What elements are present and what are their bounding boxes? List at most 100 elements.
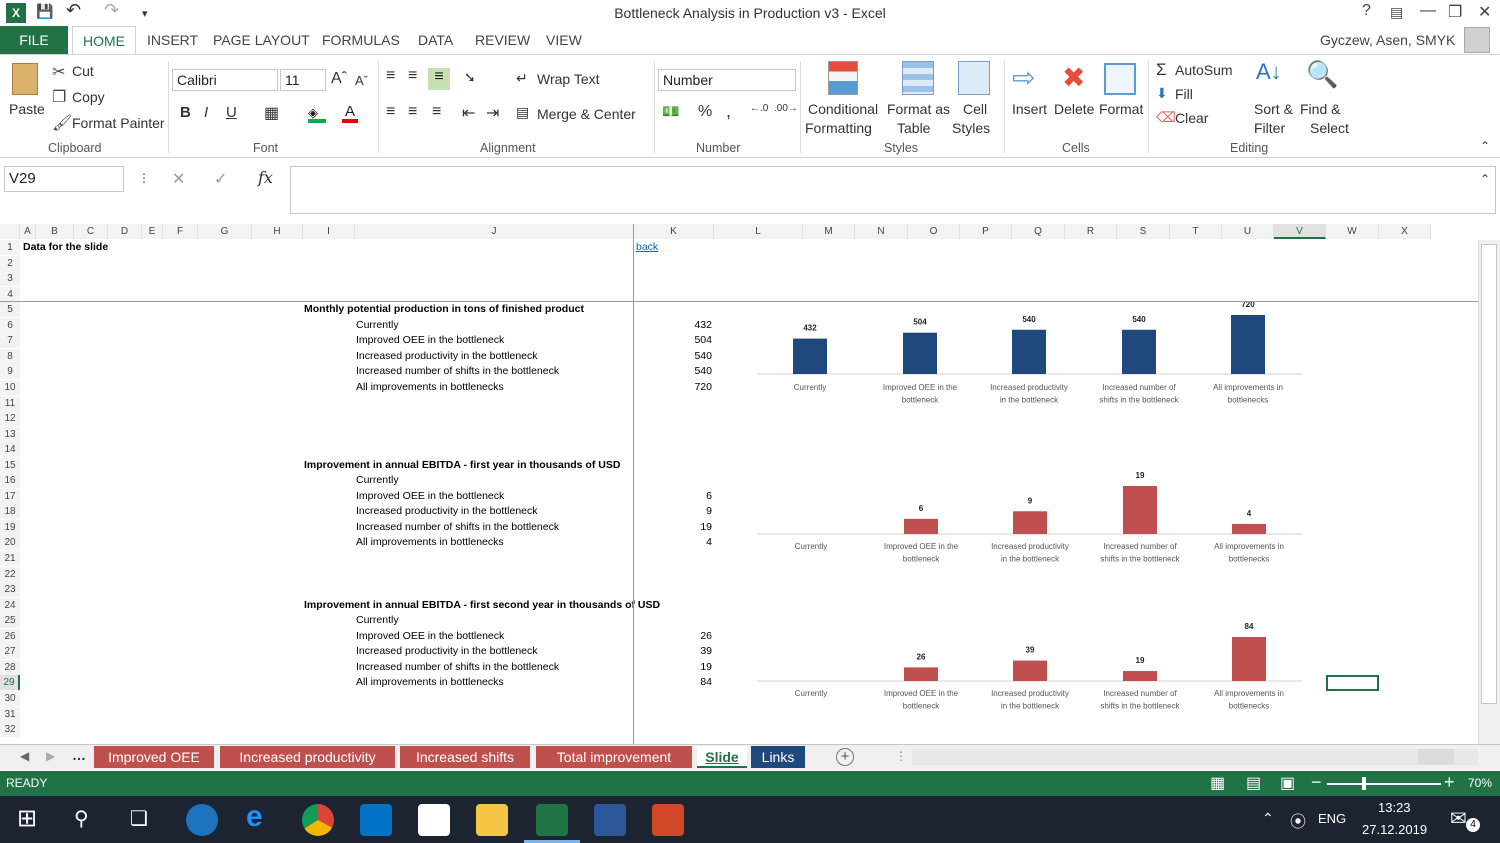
hscroll-thumb[interactable]: [1418, 749, 1454, 765]
cell-styles-button[interactable]: Cell: [963, 101, 987, 117]
sheet-tab[interactable]: Increased shifts: [400, 746, 530, 768]
tab-data[interactable]: DATA: [418, 32, 453, 48]
copy-icon[interactable]: ❐: [52, 87, 66, 107]
word-icon[interactable]: [594, 804, 626, 836]
tab-view[interactable]: VIEW: [546, 32, 582, 48]
wrap-text-icon[interactable]: ↵: [516, 70, 528, 87]
notification-count[interactable]: 4: [1466, 818, 1480, 832]
font-name-select[interactable]: Calibri: [172, 69, 278, 91]
cancel-entry-icon[interactable]: ✕: [172, 169, 185, 189]
borders-icon[interactable]: ▦: [264, 103, 279, 123]
clock-date[interactable]: 27.12.2019: [1362, 822, 1427, 837]
windows-start-icon[interactable]: ⊞: [17, 804, 37, 833]
sheet-tab[interactable]: Total improvement: [536, 746, 692, 768]
tab-page-layout[interactable]: PAGE LAYOUT: [213, 32, 310, 48]
minimize-icon[interactable]: —: [1420, 2, 1436, 20]
increase-decimal-icon[interactable]: ←.0: [750, 103, 768, 114]
close-icon[interactable]: ✕: [1478, 2, 1491, 22]
confirm-entry-icon[interactable]: ✓: [214, 169, 227, 189]
file-explorer-icon[interactable]: [476, 804, 508, 836]
ribbon-display-icon[interactable]: ▤: [1390, 4, 1403, 21]
autosum-icon[interactable]: Σ: [1156, 60, 1167, 80]
merge-center-icon[interactable]: ▤: [516, 104, 529, 121]
edge-icon[interactable]: e: [246, 800, 263, 834]
merge-center-button[interactable]: Merge & Center: [537, 106, 636, 122]
font-color-icon[interactable]: A: [342, 103, 358, 123]
sort-filter-button[interactable]: Sort &: [1254, 101, 1293, 117]
selected-cell-v29[interactable]: [1326, 675, 1379, 691]
format-painter-button[interactable]: Format Painter: [72, 115, 165, 131]
decrease-indent-icon[interactable]: ⇤: [462, 103, 475, 123]
grow-font-icon[interactable]: Aˆ: [331, 70, 347, 88]
clock-time[interactable]: 13:23: [1378, 800, 1411, 815]
search-icon[interactable]: ⚲: [74, 806, 89, 831]
format-as-table-button-line2[interactable]: Table: [897, 120, 930, 136]
underline-icon[interactable]: U: [226, 104, 237, 121]
new-sheet-icon[interactable]: +: [836, 748, 854, 766]
restore-icon[interactable]: ❐: [1448, 2, 1462, 22]
delete-cells-icon[interactable]: ✖: [1062, 61, 1085, 94]
notification-icon[interactable]: ✉: [1450, 806, 1467, 831]
sheet-tab[interactable]: Increased productivity: [220, 746, 395, 768]
tab-file[interactable]: FILE: [0, 26, 68, 54]
percent-icon[interactable]: %: [698, 103, 712, 121]
zoom-slider[interactable]: [1327, 783, 1441, 785]
align-right-icon[interactable]: ≡: [432, 103, 441, 121]
cell-styles-button-line2[interactable]: Styles: [952, 120, 990, 136]
decrease-decimal-icon[interactable]: .00→: [774, 103, 798, 114]
tab-insert[interactable]: INSERT: [147, 32, 198, 48]
number-format-select[interactable]: Number: [658, 69, 796, 91]
align-bottom-icon[interactable]: ≡: [428, 68, 450, 90]
format-as-table-icon[interactable]: [902, 61, 934, 95]
find-select-icon[interactable]: 🔍: [1306, 59, 1338, 90]
name-box[interactable]: V29: [4, 166, 124, 192]
sort-filter-button-line2[interactable]: Filter: [1254, 120, 1285, 136]
align-top-icon[interactable]: ≡: [386, 67, 395, 85]
bold-icon[interactable]: B: [180, 104, 191, 121]
wifi-icon[interactable]: ⦿: [1290, 808, 1306, 832]
prev-sheet-icon[interactable]: ◀: [20, 749, 29, 763]
paste-icon[interactable]: [12, 63, 38, 95]
fill-icon[interactable]: ⬇: [1156, 85, 1168, 102]
italic-icon[interactable]: I: [204, 104, 208, 121]
page-break-view-icon[interactable]: ▣: [1280, 773, 1295, 793]
scroll-thumb[interactable]: [1481, 244, 1497, 704]
normal-view-icon[interactable]: ▦: [1210, 773, 1225, 793]
conditional-formatting-icon[interactable]: [828, 61, 858, 95]
sheet-tab[interactable]: Links: [751, 746, 805, 768]
insert-cells-button[interactable]: Insert: [1012, 101, 1047, 117]
horizontal-scrollbar[interactable]: [912, 749, 1478, 765]
avatar[interactable]: [1464, 27, 1490, 53]
tray-chevron-icon[interactable]: ⌃: [1262, 810, 1274, 827]
fill-button[interactable]: Fill: [1175, 86, 1193, 102]
excel-taskbar-icon[interactable]: [536, 804, 568, 836]
autosum-button[interactable]: AutoSum: [1175, 62, 1233, 78]
chrome-icon[interactable]: [302, 804, 334, 836]
outlook-icon[interactable]: [360, 804, 392, 836]
copy-button[interactable]: Copy: [72, 89, 105, 105]
insert-function-icon[interactable]: fx: [258, 168, 273, 187]
sort-filter-icon[interactable]: A↓: [1256, 59, 1282, 85]
accounting-icon[interactable]: 💵: [662, 103, 679, 120]
delete-cells-button[interactable]: Delete: [1054, 101, 1094, 117]
find-select-button-line2[interactable]: Select: [1310, 120, 1349, 136]
clear-icon[interactable]: ⌫: [1156, 109, 1176, 126]
task-view-icon[interactable]: ❏: [130, 806, 148, 831]
fill-color-icon[interactable]: ◈: [308, 105, 326, 123]
sheet-tab[interactable]: Improved OEE: [94, 746, 214, 768]
comma-icon[interactable]: ,: [726, 101, 731, 122]
cut-icon[interactable]: ✂: [52, 62, 65, 82]
formula-input[interactable]: [290, 166, 1496, 214]
format-painter-icon[interactable]: 🖌: [52, 113, 72, 133]
orientation-icon[interactable]: ➘: [464, 69, 476, 86]
format-cells-icon[interactable]: [1104, 63, 1136, 95]
zoom-out-icon[interactable]: −: [1311, 772, 1322, 793]
format-as-table-button[interactable]: Format as: [887, 101, 950, 117]
collapse-ribbon-icon[interactable]: ⌃: [1480, 139, 1490, 153]
increase-indent-icon[interactable]: ⇥: [486, 103, 499, 123]
zoom-in-icon[interactable]: +: [1444, 772, 1455, 793]
user-name[interactable]: Gyczew, Asen, SMYK: [1320, 32, 1455, 48]
more-sheets-icon[interactable]: …: [72, 747, 86, 763]
find-select-button[interactable]: Find &: [1300, 101, 1340, 117]
page-layout-view-icon[interactable]: ▤: [1246, 773, 1261, 793]
